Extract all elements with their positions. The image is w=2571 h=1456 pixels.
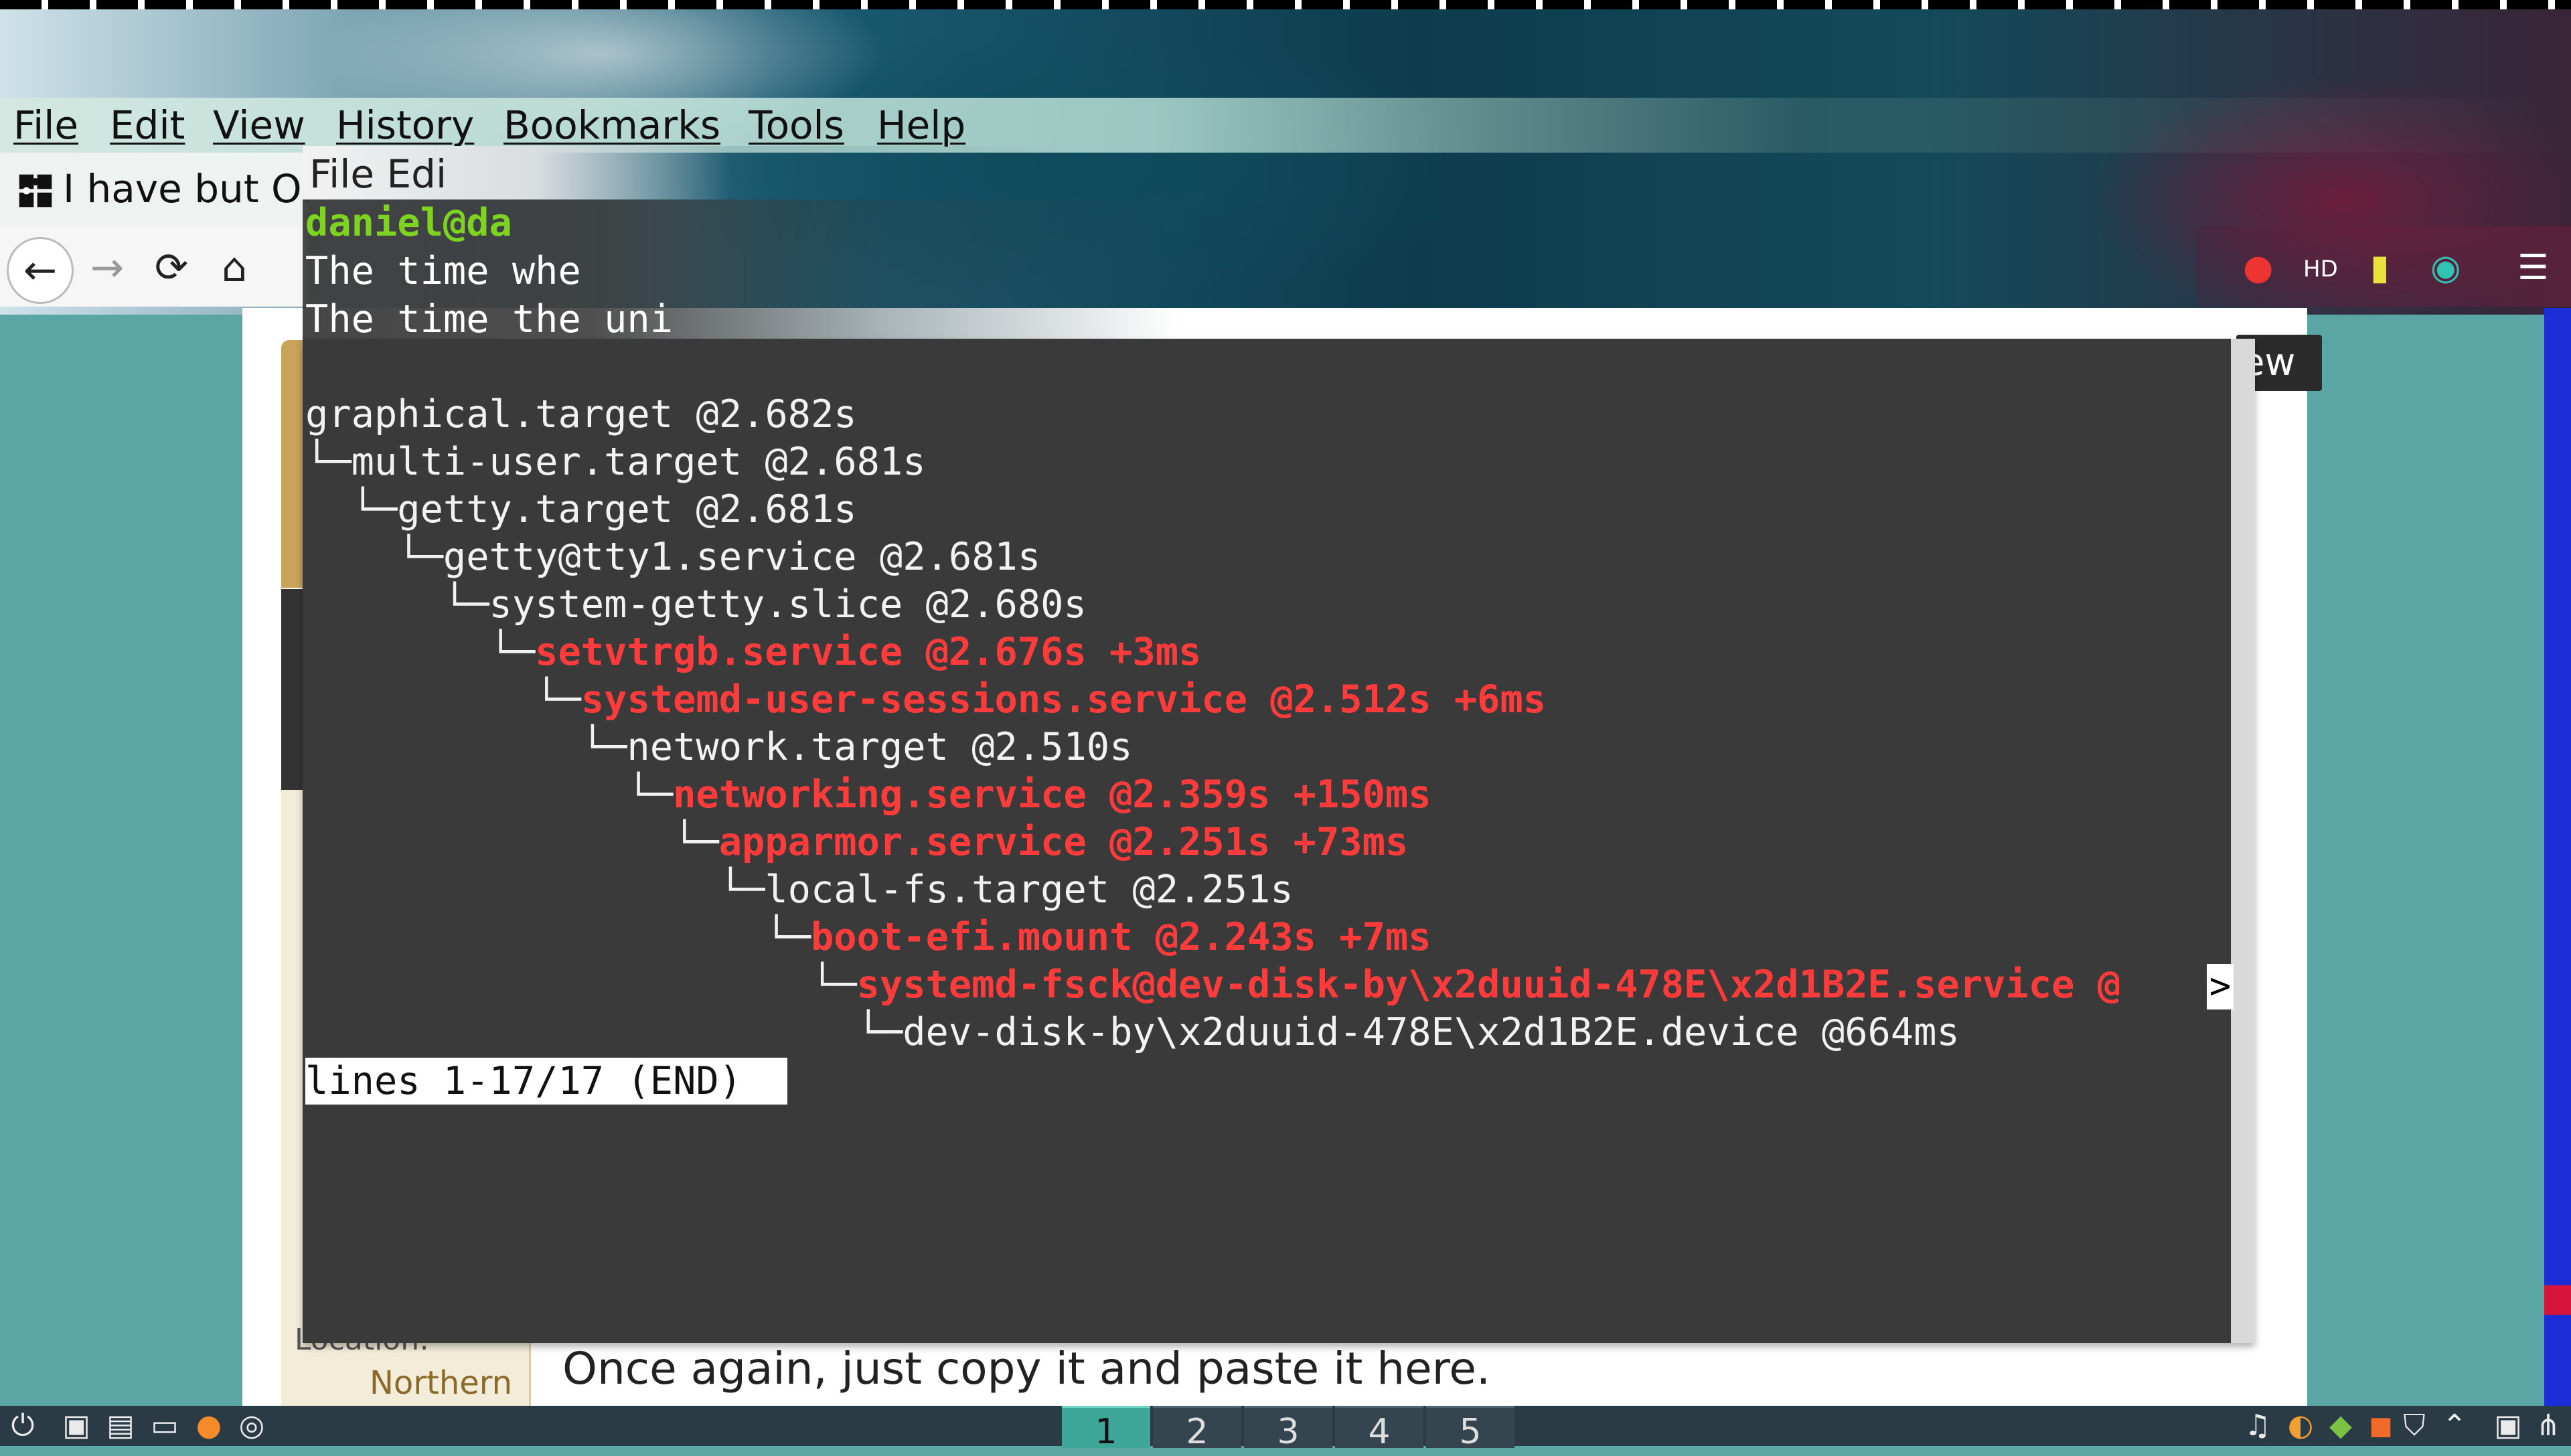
forward-arrow-icon[interactable]: →	[74, 234, 141, 301]
workspace-3[interactable]: 3	[1244, 1406, 1332, 1452]
tree-line-slow-unit: setvtrgb.service @2.676s +3ms	[535, 630, 1202, 674]
workspace-5[interactable]: 5	[1426, 1406, 1514, 1452]
menu-view[interactable]: View	[213, 100, 305, 150]
menu-bookmarks[interactable]: Bookmarks	[503, 100, 720, 150]
firefox-icon[interactable]: ●	[191, 1408, 226, 1443]
tree-line: └─getty@tty1.service @2.681s	[305, 534, 1040, 580]
tree-line-text: └─	[305, 630, 536, 674]
terminal-launcher-icon[interactable]: ▣	[59, 1408, 94, 1443]
pager-status-line: lines 1-17/17 (END)	[305, 1058, 787, 1105]
workspace-2[interactable]: 2	[1153, 1406, 1241, 1452]
puzzle-favicon-icon	[19, 174, 52, 208]
tree-line-text: └─multi-user.target @2.681s	[305, 440, 926, 484]
menu-edit[interactable]: Edit	[110, 100, 185, 150]
top-panel-strip	[0, 0, 2571, 9]
tree-line: └─setvtrgb.service @2.676s +3ms	[305, 629, 1202, 675]
shield-icon[interactable]: ⛉	[2397, 1408, 2432, 1443]
tree-line: └─systemd-fsck@dev-disk-by\x2duuid-478E\…	[305, 961, 2120, 1008]
chevron-up-icon[interactable]: ⌃	[2437, 1408, 2472, 1443]
tree-line-text: └─	[305, 915, 811, 959]
hamburger-menu-icon[interactable]: ☰	[2517, 248, 2549, 288]
scrollbar-marker	[2544, 1285, 2571, 1315]
tree-line: graphical.target @2.682s	[305, 391, 857, 438]
tree-line: └─dev-disk-by\x2duuid-478E\x2d1B2E.devic…	[305, 1009, 1960, 1056]
tree-line-text: └─getty@tty1.service @2.681s	[305, 535, 1041, 579]
file-manager-icon[interactable]: ▤	[103, 1408, 138, 1443]
tree-line-text: └─	[305, 963, 857, 1007]
tree-line-text: └─getty.target @2.681s	[305, 487, 857, 532]
tree-line: └─getty.target @2.681s	[305, 486, 857, 533]
menu-file[interactable]: File	[13, 100, 78, 150]
tree-line-text: └─system-getty.slice @2.680s	[305, 582, 1087, 627]
nvidia-icon[interactable]: ◆	[2323, 1408, 2358, 1443]
location-value: Northern	[370, 1364, 513, 1402]
answer-hint-text: Once again, just copy it and paste it he…	[562, 1343, 1490, 1394]
tree-line-slow-unit: systemd-fsck@dev-disk-by\x2duuid-478E\x2…	[856, 963, 2121, 1007]
terminal-titlebar	[303, 146, 2251, 199]
tree-line-text: └─	[305, 677, 581, 722]
amazon-icon[interactable]: ◉	[2430, 248, 2461, 288]
hd-icon[interactable]: HD	[2303, 256, 2338, 282]
tree-line-slow-unit: systemd-user-sessions.service @2.512s +6…	[580, 677, 1547, 722]
workspace-1[interactable]: 1	[1062, 1406, 1150, 1452]
menu-tools[interactable]: Tools	[749, 100, 844, 150]
tree-line: └─boot-efi.mount @2.243s +7ms	[305, 914, 1431, 961]
equalizer-icon[interactable]: ▮	[2370, 248, 2390, 288]
network-icon[interactable]: ⋔	[2531, 1408, 2566, 1443]
tree-line-slow-unit: boot-efi.mount @2.243s +7ms	[810, 915, 1431, 959]
workspace-4[interactable]: 4	[1335, 1406, 1423, 1452]
terminal-output-line: The time the uni	[305, 297, 674, 341]
tree-line-text: └─	[305, 773, 674, 817]
terminal-menubar[interactable]: File Edi	[309, 151, 447, 197]
tree-line: └─networking.service @2.359s +150ms	[305, 771, 1431, 818]
desktop-icon[interactable]: ▭	[147, 1408, 182, 1443]
menu-help[interactable]: Help	[877, 100, 965, 150]
tree-line: └─local-fs.target @2.251s	[305, 866, 1294, 913]
tree-line: └─system-getty.slice @2.680s	[305, 581, 1087, 628]
settings-icon[interactable]: ◎	[234, 1408, 269, 1443]
workspace-switcher: 12345	[1062, 1406, 1517, 1452]
browser-tab-title[interactable]: I have but Ol	[63, 166, 313, 212]
power-icon[interactable]: ⏻	[5, 1408, 40, 1443]
home-icon[interactable]: ⌂	[201, 234, 268, 301]
weather-icon[interactable]: ◐	[2283, 1408, 2318, 1443]
tree-line-text: └─network.target @2.510s	[305, 725, 1133, 769]
line-overflow-marker: >	[2207, 964, 2234, 1009]
page-scrollbar[interactable]	[2544, 308, 2571, 1406]
page-accent-bar	[281, 340, 304, 588]
reload-icon[interactable]: ⟳	[138, 234, 205, 301]
display-icon[interactable]: ▣	[2491, 1408, 2525, 1443]
tree-line-text: └─local-fs.target @2.251s	[305, 868, 1294, 912]
music-icon[interactable]: ♫	[2240, 1408, 2275, 1443]
tree-line: └─systemd-user-sessions.service @2.512s …	[305, 676, 1546, 723]
tree-line: └─multi-user.target @2.681s	[305, 438, 926, 485]
tree-line-slow-unit: apparmor.service @2.251s +73ms	[718, 820, 1409, 864]
tree-line-text: graphical.target @2.682s	[305, 392, 857, 436]
tree-line: └─apparmor.service @2.251s +73ms	[305, 819, 1408, 866]
menu-history[interactable]: History	[336, 100, 474, 150]
tree-line-slow-unit: networking.service @2.359s +150ms	[673, 773, 1431, 817]
page-dark-block	[281, 589, 304, 790]
tree-line: └─network.target @2.510s	[305, 724, 1133, 771]
shell-prompt: daniel@da	[305, 201, 512, 245]
tree-line-text: └─	[305, 820, 719, 864]
tree-line-text: └─dev-disk-by\x2duuid-478E\x2d1B2E.devic…	[305, 1010, 1960, 1054]
back-arrow-icon[interactable]: ←	[7, 237, 74, 304]
terminal-output-line: The time whe	[305, 249, 581, 293]
update-icon[interactable]: ◼	[2363, 1408, 2398, 1443]
